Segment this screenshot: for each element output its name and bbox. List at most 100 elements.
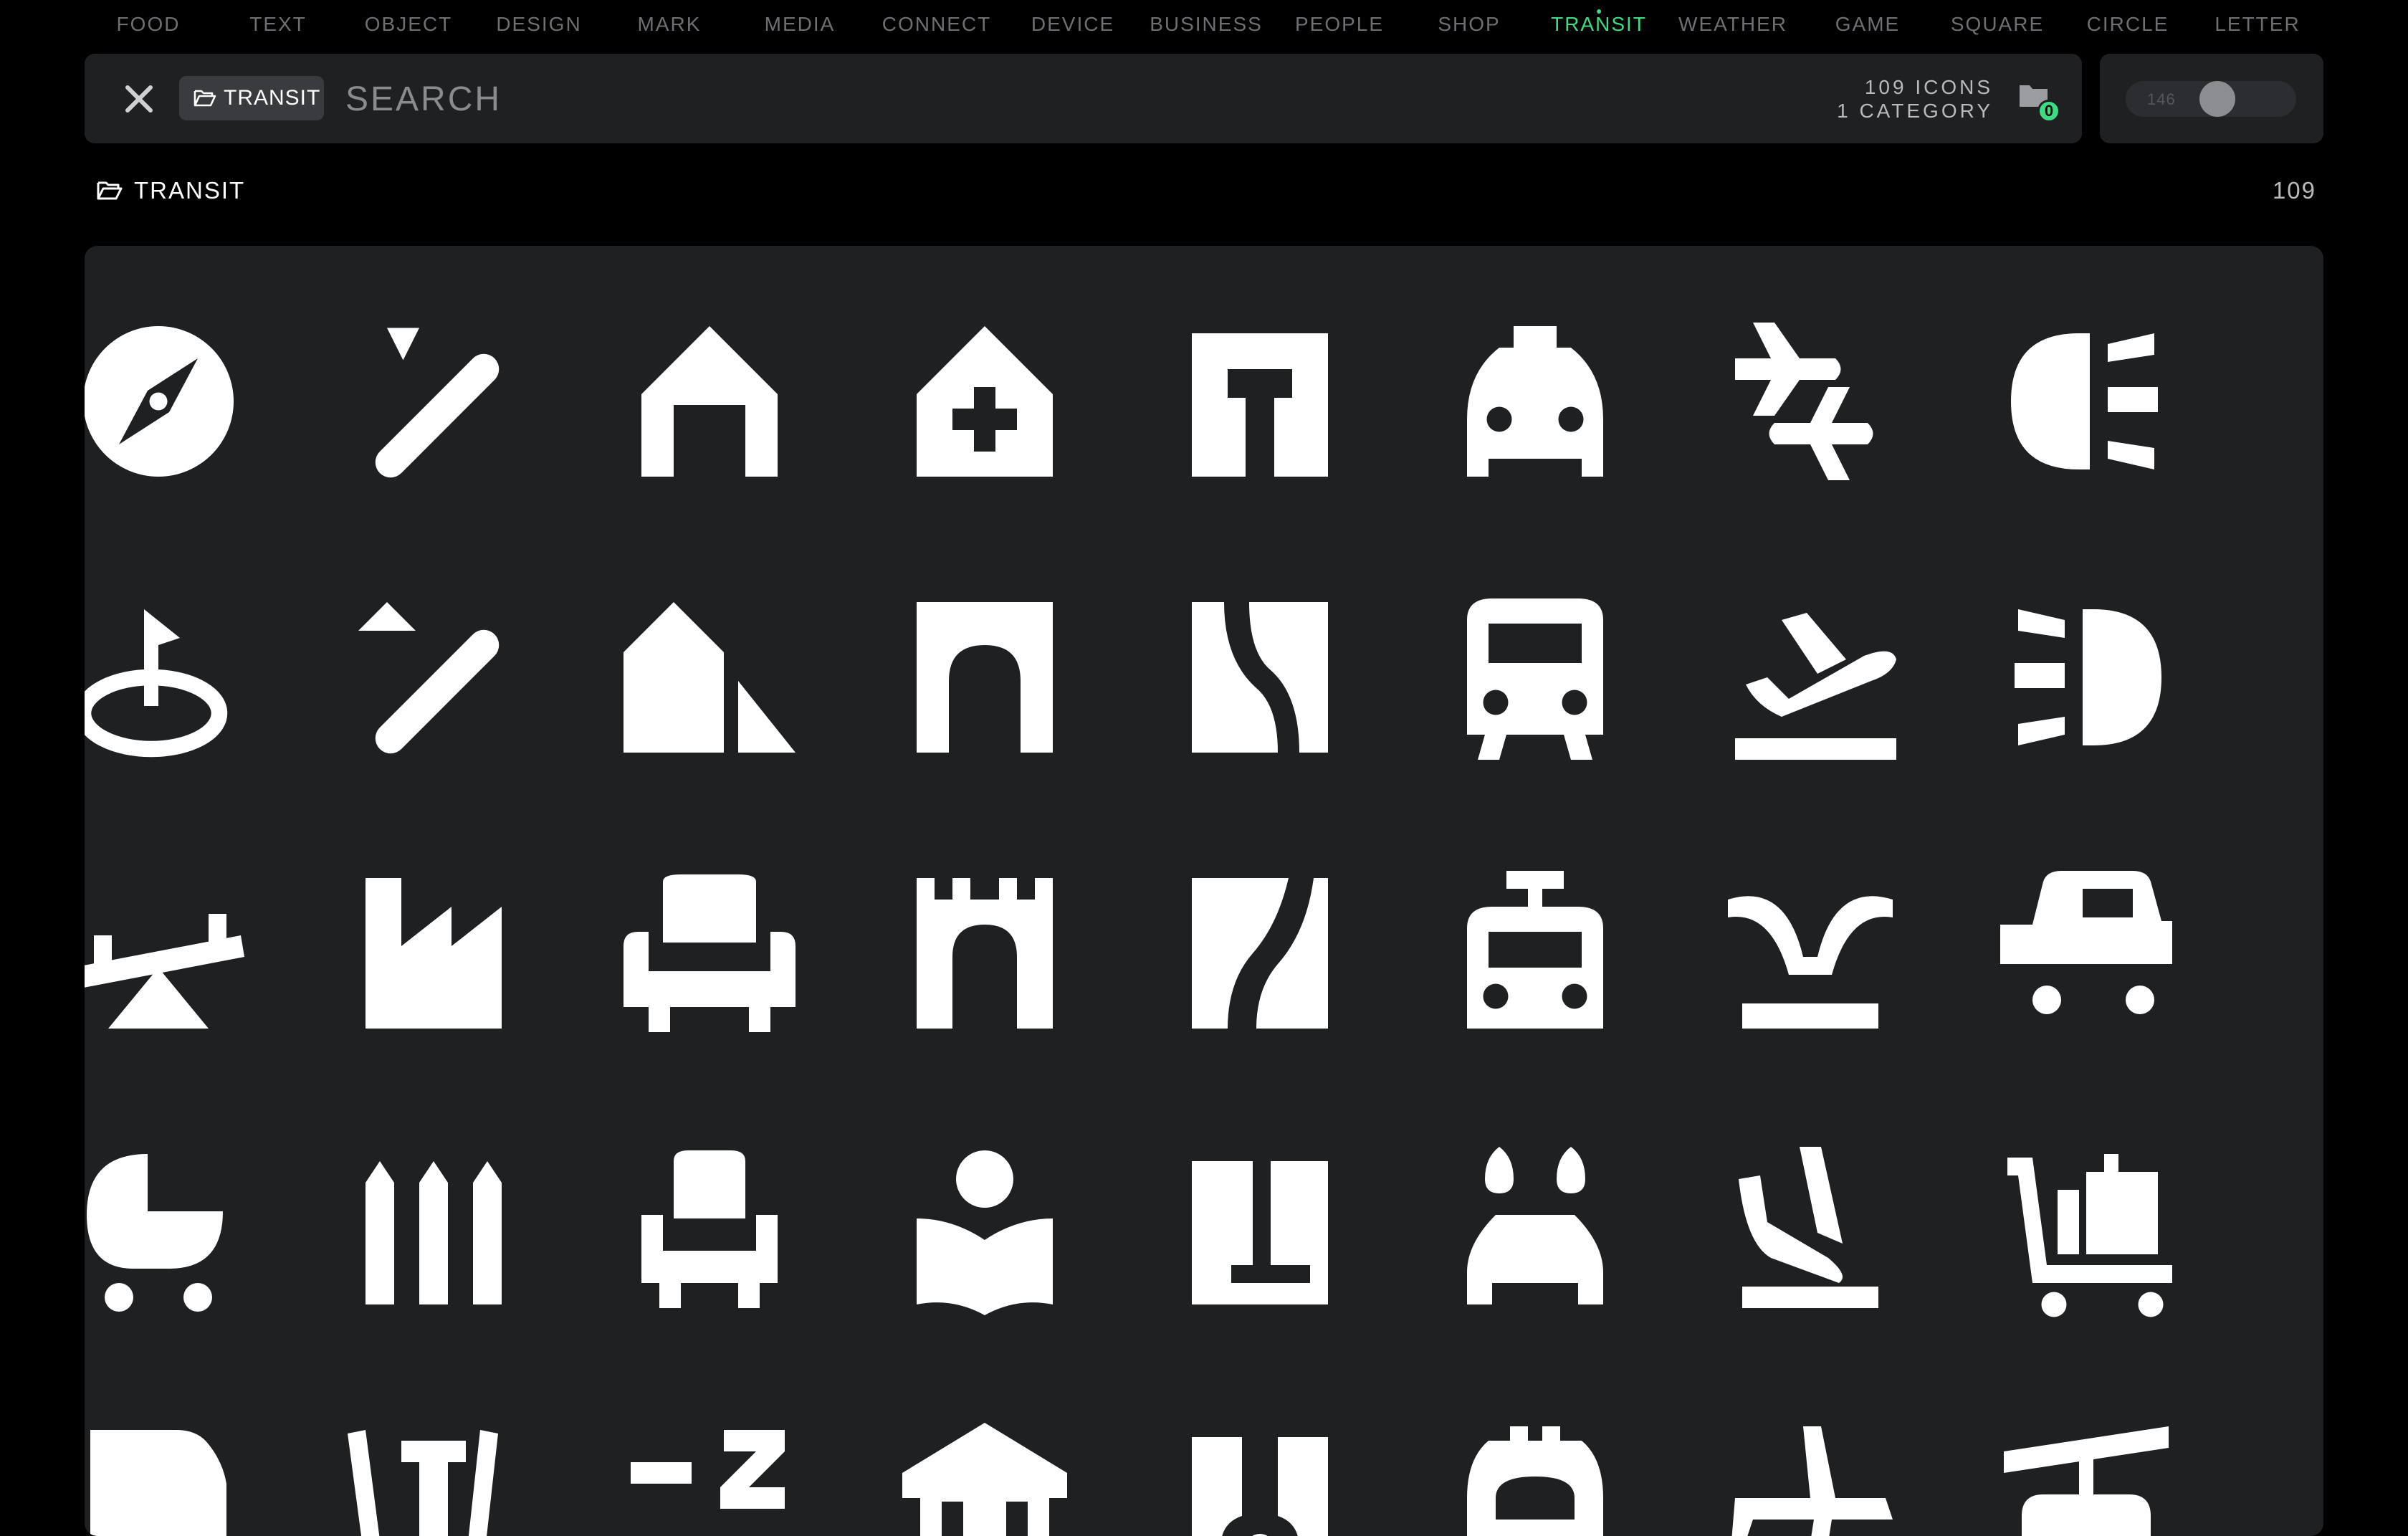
icon-tile[interactable] [1428, 570, 1643, 785]
icon-tile[interactable] [1428, 846, 1643, 1061]
category-tab-text[interactable]: TEXT [249, 13, 307, 36]
icon-tile[interactable] [326, 846, 541, 1061]
icon-tile[interactable] [1979, 294, 2194, 509]
icon-tile[interactable] [1703, 570, 1918, 785]
tag-icon [1192, 1437, 1328, 1536]
golf-icon [85, 609, 228, 758]
section-count: 109 [2272, 177, 2316, 204]
icon-size-slider[interactable]: 146 [2126, 81, 2296, 117]
category-tab-mark[interactable]: MARK [638, 13, 702, 36]
category-tab-connect[interactable]: CONNECT [882, 13, 991, 36]
tunnel-icon [917, 602, 1053, 753]
category-tab-square[interactable]: SQUARE [1951, 13, 2044, 36]
icon-tile[interactable] [1428, 294, 1643, 509]
luggage-cart-icon [2007, 1154, 2172, 1317]
category-tab-media[interactable]: MEDIA [765, 13, 836, 36]
icon-tile[interactable] [1979, 1398, 2194, 1536]
fence-icon [366, 1161, 502, 1304]
icon-tile[interactable] [1703, 1398, 1918, 1536]
search-input[interactable] [344, 75, 1422, 123]
category-tab-weather[interactable]: WEATHER [1678, 13, 1787, 36]
icon-tile[interactable] [877, 846, 1092, 1061]
icon-tile[interactable] [1152, 1122, 1367, 1337]
icon-tile[interactable] [326, 294, 541, 509]
icon-grid [85, 246, 2323, 1536]
airplane-icon [1731, 1426, 1893, 1536]
icon-tile[interactable] [1152, 846, 1367, 1061]
category-tab-people[interactable]: PEOPLE [1295, 13, 1384, 36]
ski-icon [375, 328, 500, 478]
camping-icon [624, 602, 796, 753]
icon-tile[interactable] [877, 1398, 1092, 1536]
road-bend-icon [1192, 878, 1328, 1029]
icon-tile[interactable] [1979, 846, 2194, 1061]
icon-tile[interactable] [602, 570, 817, 785]
taxi-icon [1467, 326, 1603, 477]
icon-tile[interactable] [877, 294, 1092, 509]
category-tab-game[interactable]: GAME [1835, 13, 1900, 36]
icon-tile[interactable] [85, 846, 266, 1061]
water-heater-icon [1467, 1147, 1603, 1304]
icon-tile[interactable] [326, 1122, 541, 1337]
category-tab-object[interactable]: OBJECT [365, 13, 452, 36]
icon-tile[interactable] [877, 1122, 1092, 1337]
clear-search-button[interactable] [116, 76, 162, 122]
category-count: 1 CATEGORY [1837, 100, 1993, 122]
icon-tile[interactable] [602, 1122, 817, 1337]
category-tab-design[interactable]: DESIGN [496, 13, 581, 36]
collection-button[interactable]: 0 [2017, 81, 2060, 123]
icon-size-value: 146 [2147, 90, 2176, 108]
icon-tile[interactable] [1152, 570, 1367, 785]
icon-tile[interactable] [877, 570, 1092, 785]
icon-tile[interactable] [1979, 570, 2194, 785]
icon-tile[interactable] [1152, 294, 1367, 509]
headlight-icon [2011, 333, 2158, 469]
category-tab-transit[interactable]: TRANSIT [1551, 9, 1647, 36]
active-indicator-dot [1597, 9, 1601, 14]
icon-tile[interactable] [602, 1398, 817, 1536]
result-counts: 109 ICONS 1 CATEGORY [1837, 75, 1993, 123]
icon-tile[interactable] [1152, 1398, 1367, 1536]
icon-tile[interactable] [326, 1398, 541, 1536]
icon-tile[interactable] [85, 1122, 266, 1337]
category-tab-letter[interactable]: LETTER [2214, 13, 2300, 36]
icon-tile[interactable] [85, 570, 266, 785]
icon-tile[interactable] [85, 294, 266, 509]
flight-land-icon [1739, 1147, 1878, 1308]
barrier-icon [348, 1430, 498, 1536]
flag-icon [90, 1430, 226, 1536]
section-header: TRANSIT [97, 177, 245, 204]
car-icon [2000, 871, 2172, 1014]
category-tab-food[interactable]: FOOD [117, 13, 181, 36]
icon-tile[interactable] [1703, 294, 1918, 509]
icon-tile[interactable] [602, 846, 817, 1061]
icon-tile[interactable] [1703, 846, 1918, 1061]
gas-station-icon [1467, 1426, 1603, 1536]
category-tab-device[interactable]: DEVICE [1031, 13, 1114, 36]
icon-tile[interactable] [1979, 1122, 2194, 1337]
reading-room-icon [917, 1150, 1053, 1315]
icon-tile[interactable] [1428, 1398, 1643, 1536]
factory-icon [366, 878, 502, 1029]
train-icon [1467, 598, 1603, 760]
garage-icon [641, 326, 778, 477]
close-icon [125, 85, 153, 113]
castle-icon [917, 878, 1053, 1029]
icon-tile[interactable] [602, 294, 817, 509]
icon-tile[interactable] [85, 1398, 266, 1536]
flight-takeoff-icon [1735, 613, 1896, 760]
category-tab-circle[interactable]: CIRCLE [2087, 13, 2169, 36]
icon-tile[interactable] [1703, 1122, 1918, 1337]
road-t-icon [1192, 333, 1328, 477]
armchair-icon [641, 1150, 778, 1308]
category-tab-shop[interactable]: SHOP [1438, 13, 1500, 36]
category-filter-chip[interactable]: TRANSIT [179, 76, 324, 120]
category-tab-business[interactable]: BUSINESS [1150, 13, 1263, 36]
icon-tile[interactable] [1428, 1122, 1643, 1337]
icon-tile[interactable] [326, 570, 541, 785]
ski-slope-icon [358, 602, 500, 754]
hospital-icon [917, 326, 1053, 477]
road-curve-icon [1192, 602, 1328, 753]
icon-size-slider-thumb[interactable] [2199, 81, 2235, 117]
folder-open-icon [97, 181, 123, 200]
